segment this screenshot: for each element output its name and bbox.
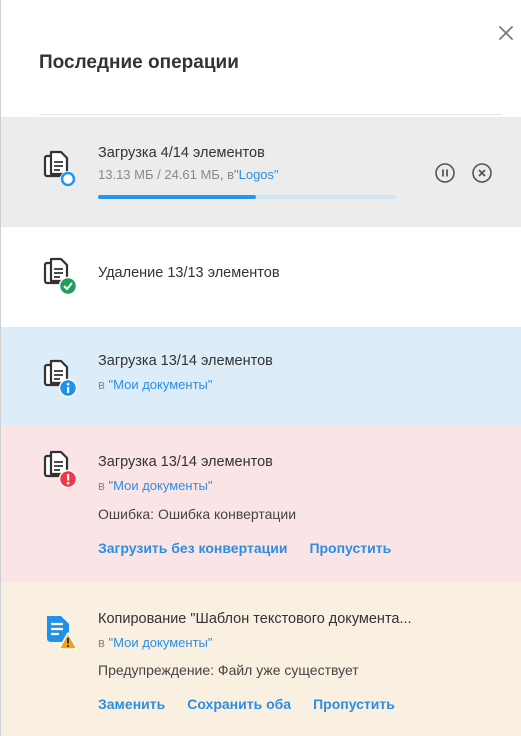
operation-actions: Заменить Сохранить оба Пропустить: [98, 696, 395, 712]
cancel-button[interactable]: [471, 162, 493, 184]
operation-item-copy-warning: Копирование "Шаблон текстового документа…: [1, 582, 521, 736]
operation-destination-link[interactable]: "Мои документы": [109, 635, 213, 650]
operation-title: Загрузка 13/14 элементов: [98, 353, 273, 369]
operation-item-upload-info: Загрузка 13/14 элементов в "Мои документ…: [1, 327, 521, 425]
operation-subtitle: 13.13 МБ / 24.61 МБ, в"Logos": [98, 167, 279, 182]
pause-button[interactable]: [434, 162, 456, 184]
upload-without-conversion-button[interactable]: Загрузить без конвертации: [98, 540, 287, 556]
operation-destination-link[interactable]: "Мои документы": [109, 377, 213, 392]
operation-actions: Загрузить без конвертации Пропустить: [98, 540, 391, 556]
recent-operations-panel: Последние операции Загрузка 4/14 элемент…: [0, 0, 521, 736]
operation-item-delete: Удаление 13/13 элементов: [1, 227, 521, 327]
operation-size: 13.13 МБ / 24.61 МБ,: [98, 167, 224, 182]
operation-title: Загрузка 4/14 элементов: [98, 145, 265, 161]
operation-title: Удаление 13/13 элементов: [98, 265, 280, 281]
progress-bar-fill: [98, 195, 256, 199]
text-document-warning-icon: [47, 616, 78, 650]
operation-item-upload-progress: Загрузка 4/14 элементов 13.13 МБ / 24.61…: [1, 117, 521, 227]
operation-destination-prefix: в: [227, 167, 234, 182]
document-error-icon: [43, 450, 78, 489]
operation-item-upload-error: Загрузка 13/14 элементов в "Мои документ…: [1, 425, 521, 582]
operation-subtitle: в "Мои документы": [98, 377, 213, 392]
operation-subtitle: в "Мои документы": [98, 478, 213, 493]
operation-destination-prefix: в: [98, 478, 105, 493]
operation-destination-prefix: в: [98, 635, 105, 650]
operation-title: Загрузка 13/14 элементов: [98, 454, 273, 470]
keep-both-button[interactable]: Сохранить оба: [187, 696, 291, 712]
operation-title: Копирование "Шаблон текстового документа…: [98, 611, 412, 627]
operation-message: Предупреждение: Файл уже существует: [98, 662, 359, 678]
skip-button[interactable]: Пропустить: [309, 540, 391, 556]
progress-bar: [98, 195, 396, 199]
operation-message: Ошибка: Ошибка конвертации: [98, 506, 297, 522]
document-info-icon: [43, 359, 78, 398]
divider: [39, 114, 502, 115]
operation-destination-link[interactable]: "Мои документы": [109, 478, 213, 493]
document-upload-icon: [43, 150, 76, 187]
operation-subtitle: в "Мои документы": [98, 635, 213, 650]
operation-destination-prefix: в: [98, 377, 105, 392]
panel-title: Последние операции: [39, 52, 239, 73]
replace-button[interactable]: Заменить: [98, 696, 165, 712]
skip-button[interactable]: Пропустить: [313, 696, 395, 712]
close-icon[interactable]: [497, 24, 515, 42]
document-check-icon: [43, 257, 78, 296]
operation-destination-link[interactable]: "Logos": [234, 167, 279, 182]
